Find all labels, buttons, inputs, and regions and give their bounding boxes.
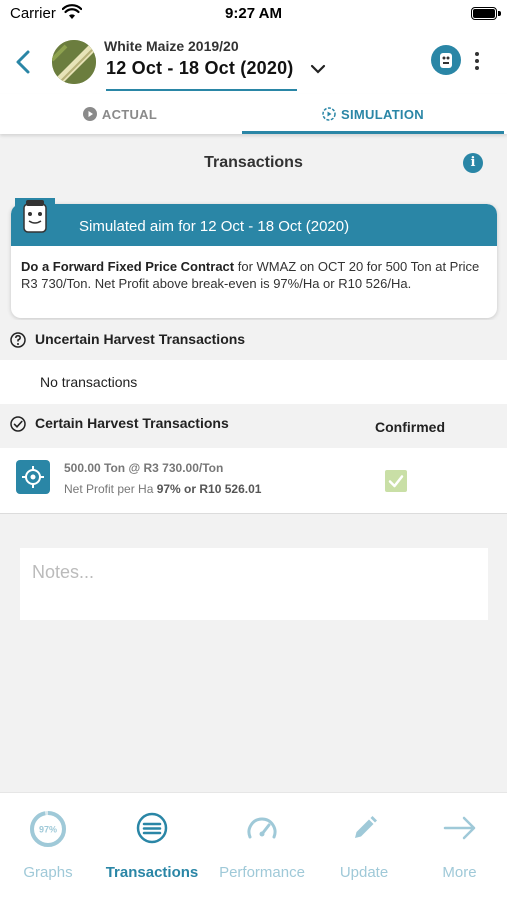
- play-circle-icon: [82, 107, 97, 121]
- uncertain-empty-state: No transactions: [0, 360, 507, 404]
- check-circle-icon: [10, 416, 26, 432]
- notes-field[interactable]: [20, 548, 488, 620]
- nav-update-label: Update: [339, 864, 389, 881]
- nav-performance[interactable]: Performance: [208, 793, 316, 900]
- list-circle-icon: [136, 812, 168, 844]
- uncertain-harvest-header: Uncertain Harvest Transactions: [0, 320, 507, 360]
- transaction-summary: 500.00 Ton @ R3 730.00/Ton: [64, 461, 224, 475]
- nav-transactions-label: Transactions: [105, 864, 199, 881]
- target-icon[interactable]: [16, 460, 50, 494]
- nav-graphs-label: Graphs: [23, 864, 73, 881]
- progress-ring-icon: 97%: [30, 811, 66, 847]
- date-range-selector[interactable]: 12 Oct - 18 Oct (2020): [106, 58, 294, 79]
- clock: 9:27 AM: [225, 5, 282, 22]
- info-icon[interactable]: i: [463, 153, 483, 173]
- nav-more[interactable]: More: [412, 793, 507, 900]
- crop-avatar: [52, 40, 96, 84]
- question-circle-icon: [10, 332, 26, 348]
- tab-actual[interactable]: ACTUAL: [0, 94, 240, 134]
- certain-harvest-heading: Certain Harvest Transactions: [35, 415, 229, 431]
- simulated-aim-card: Simulated aim for 12 Oct - 18 Oct (2020)…: [11, 204, 497, 318]
- back-arrow-icon[interactable]: [12, 48, 36, 76]
- battery-icon: [471, 7, 497, 20]
- aim-card-title: Simulated aim for 12 Oct - 18 Oct (2020): [11, 204, 497, 246]
- active-tab-indicator: [242, 131, 504, 134]
- tab-simulation[interactable]: SIMULATION: [242, 94, 504, 134]
- page-title: Transactions: [204, 154, 303, 171]
- advisor-bot-icon[interactable]: [431, 45, 461, 75]
- transaction-profit: Net Profit per Ha 97% or R10 526.01: [64, 482, 261, 496]
- crop-name: White Maize 2019/20: [104, 38, 239, 54]
- date-underline: [106, 89, 297, 91]
- robot-advisor-icon: [15, 198, 55, 238]
- nav-update[interactable]: Update: [316, 793, 412, 900]
- status-bar: Carrier 9:27 AM: [0, 0, 507, 30]
- aim-card-body: Do a Forward Fixed Price Contract for WM…: [11, 246, 497, 292]
- uncertain-harvest-heading: Uncertain Harvest Transactions: [35, 331, 246, 347]
- nav-more-label: More: [442, 864, 477, 881]
- battery-tip: [498, 11, 501, 16]
- tab-actual-label: ACTUAL: [101, 106, 158, 122]
- pencil-icon: [355, 816, 377, 838]
- arrow-right-icon: [443, 816, 475, 840]
- more-options-icon[interactable]: [472, 51, 482, 71]
- graphs-badge: 97%: [39, 825, 57, 835]
- tab-bar: ACTUAL SIMULATION: [0, 94, 507, 134]
- header: White Maize 2019/20 12 Oct - 18 Oct (202…: [0, 30, 507, 94]
- play-dashed-circle-icon: [322, 107, 336, 121]
- nav-transactions[interactable]: Transactions: [96, 793, 208, 900]
- certain-harvest-header: Certain Harvest Transactions Confirmed: [0, 404, 507, 448]
- profit-value: 97% or R10 526.01: [156, 482, 262, 496]
- confirmed-checkbox[interactable]: [385, 470, 407, 492]
- gauge-icon: [247, 817, 277, 839]
- chevron-down-icon[interactable]: [310, 63, 326, 75]
- no-transactions-label: No transactions: [40, 374, 138, 390]
- confirmed-column-label: Confirmed: [375, 419, 445, 435]
- profit-label: Net Profit per Ha: [64, 482, 157, 496]
- bottom-nav: 97% Graphs Transactions Performance Upda…: [0, 792, 507, 900]
- nav-performance-label: Performance: [219, 864, 305, 881]
- tab-simulation-label: SIMULATION: [341, 106, 424, 122]
- aim-action: Do a Forward Fixed Price Contract: [21, 259, 235, 274]
- nav-graphs[interactable]: 97% Graphs: [0, 793, 96, 900]
- table-row[interactable]: 500.00 Ton @ R3 730.00/Ton Net Profit pe…: [0, 448, 507, 514]
